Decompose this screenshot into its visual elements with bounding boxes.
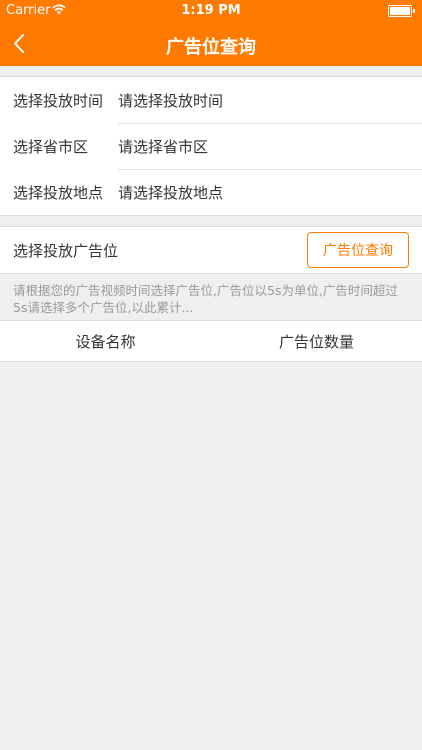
ad-slot-row: 选择投放广告位 广告位查询 xyxy=(0,227,422,273)
clock: 1:19 PM xyxy=(181,3,241,18)
nav-bar: 广告位查询 xyxy=(0,22,422,66)
status-bar: Carrier 1:19 PM xyxy=(0,0,422,22)
region-selector[interactable]: 请选择省市区 xyxy=(118,136,208,157)
page-title: 广告位查询 xyxy=(166,37,256,58)
column-device-name: 设备名称 xyxy=(75,332,136,351)
ad-query-button[interactable]: 广告位查询 xyxy=(307,232,409,268)
time-label: 选择投放时间 xyxy=(13,91,104,110)
app-header: Carrier 1:19 PM 广告位查询 xyxy=(0,0,422,66)
region-row[interactable]: 选择省市区 请选择省市区 xyxy=(0,123,422,169)
time-selector[interactable]: 请选择投放时间 xyxy=(118,90,223,111)
ad-slot-section: 选择投放广告位 广告位查询 xyxy=(0,226,422,274)
ad-slot-label: 选择投放广告位 xyxy=(13,241,119,260)
table-header: 设备名称 广告位数量 xyxy=(0,320,422,362)
location-label: 选择投放地点 xyxy=(13,183,104,202)
column-slot-count: 广告位数量 xyxy=(278,332,354,351)
location-selector[interactable]: 请选择投放地点 xyxy=(118,182,223,203)
hint-text: 请根据您的广告视频时间选择广告位,广告位以5s为单位,广告时间超过5s请选择多个… xyxy=(13,283,398,315)
time-row[interactable]: 选择投放时间 请选择投放时间 xyxy=(0,77,422,123)
region-label: 选择省市区 xyxy=(13,137,89,156)
battery-icon xyxy=(388,5,415,17)
location-row[interactable]: 选择投放地点 请选择投放地点 xyxy=(0,169,422,215)
form-section: 选择投放时间 请选择投放时间 选择省市区 请选择省市区 选择投放地点 请选择投放… xyxy=(0,76,422,216)
